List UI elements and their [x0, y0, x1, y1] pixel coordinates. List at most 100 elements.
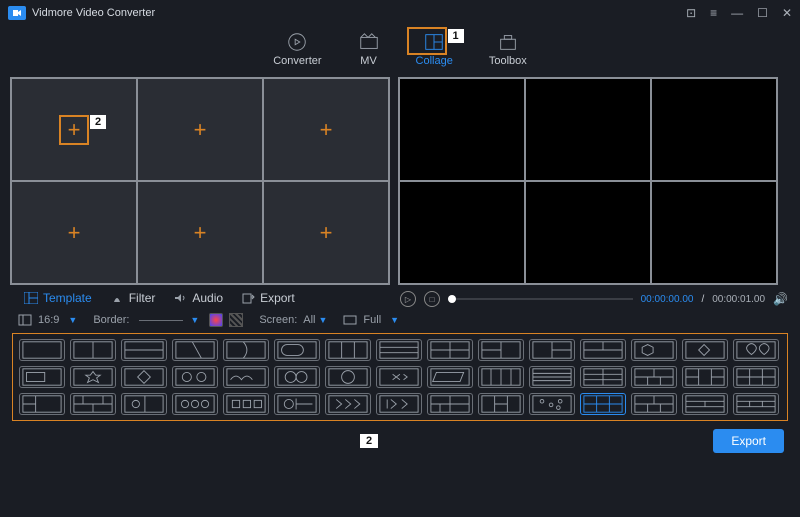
template-thumb[interactable] [274, 393, 320, 415]
collage-cell[interactable]: + [11, 181, 137, 284]
nav-converter[interactable]: Converter [273, 32, 321, 67]
border-label: Border: [93, 314, 129, 326]
export-icon [241, 292, 255, 304]
seek-bar[interactable] [448, 298, 633, 300]
time-duration: 00:00:01.00 [712, 294, 765, 305]
template-thumb[interactable] [325, 339, 371, 361]
audio-icon [173, 292, 187, 304]
border-color-picker[interactable] [209, 313, 223, 327]
template-thumb[interactable] [325, 393, 371, 415]
nav-toolbox[interactable]: Toolbox [489, 32, 527, 67]
border-style-select[interactable]: ▼ [135, 313, 203, 327]
volume-icon[interactable]: 🔊 [773, 292, 788, 306]
collage-cell[interactable]: + [263, 78, 389, 181]
collage-cell[interactable]: + 2 [11, 78, 137, 181]
view-mode-select[interactable]: Full▼ [343, 314, 399, 326]
template-thumb[interactable] [223, 393, 269, 415]
template-thumb[interactable] [478, 339, 524, 361]
time-current: 00:00:00.00 [641, 294, 694, 305]
template-thumb[interactable] [682, 366, 728, 388]
collage-cell[interactable]: + [137, 78, 263, 181]
template-thumb[interactable] [376, 339, 422, 361]
plus-icon: + [194, 117, 207, 143]
template-thumb[interactable] [325, 366, 371, 388]
template-thumb[interactable] [733, 366, 779, 388]
template-thumb[interactable] [274, 339, 320, 361]
template-thumb[interactable] [580, 339, 626, 361]
tab-filter[interactable]: Filter [110, 291, 156, 305]
collage-cell[interactable]: + [263, 181, 389, 284]
template-gallery [12, 333, 788, 421]
template-thumb[interactable] [172, 393, 218, 415]
template-icon [24, 292, 38, 304]
template-thumb[interactable] [376, 366, 422, 388]
play-button[interactable]: ▷ [400, 291, 416, 307]
callout-1: 1 [448, 29, 464, 43]
collage-grid: + 2 + + + + + [10, 77, 390, 285]
minimize-icon[interactable]: — [731, 6, 743, 20]
template-thumb[interactable] [427, 339, 473, 361]
plus-icon: + [320, 220, 333, 246]
app-title: Vidmore Video Converter [32, 7, 155, 19]
template-thumb[interactable] [19, 366, 65, 388]
template-thumb[interactable] [427, 393, 473, 415]
plus-icon: + [194, 220, 207, 246]
template-thumb[interactable] [223, 339, 269, 361]
feedback-icon[interactable]: ⊡ [686, 6, 696, 20]
tab-template[interactable]: Template [24, 291, 92, 305]
template-thumb[interactable] [70, 339, 116, 361]
template-thumb[interactable] [529, 339, 575, 361]
maximize-icon[interactable]: ☐ [757, 6, 768, 20]
template-thumb[interactable] [121, 393, 167, 415]
template-thumb[interactable] [682, 393, 728, 415]
nav-collage[interactable]: Collage 1 [416, 32, 453, 67]
template-thumb[interactable] [631, 366, 677, 388]
template-thumb[interactable] [631, 339, 677, 361]
template-thumb[interactable] [70, 366, 116, 388]
template-thumb[interactable] [376, 393, 422, 415]
preview-panel [398, 77, 778, 285]
mv-icon [358, 32, 380, 52]
callout-2: 2 [90, 115, 106, 129]
template-thumb[interactable] [121, 366, 167, 388]
toolbox-icon [497, 32, 519, 52]
plus-icon: + [68, 220, 81, 246]
export-button[interactable]: Export [713, 429, 784, 453]
converter-icon [286, 32, 308, 52]
tab-audio[interactable]: Audio [173, 291, 223, 305]
template-thumb[interactable] [172, 366, 218, 388]
template-thumb[interactable] [274, 366, 320, 388]
template-thumb[interactable] [529, 366, 575, 388]
template-thumb[interactable] [529, 393, 575, 415]
template-thumb[interactable] [580, 366, 626, 388]
screen-select[interactable]: All▼ [303, 314, 327, 326]
template-thumb[interactable] [631, 393, 677, 415]
template-thumb[interactable] [682, 339, 728, 361]
callout-footer: 2 [360, 434, 378, 448]
plus-icon: + [68, 117, 81, 143]
app-logo [8, 6, 26, 20]
tab-export[interactable]: Export [241, 291, 295, 305]
menu-icon[interactable]: ≡ [710, 6, 717, 20]
template-thumb[interactable] [478, 366, 524, 388]
template-thumb[interactable] [580, 393, 626, 415]
template-thumb[interactable] [19, 339, 65, 361]
template-thumb[interactable] [172, 339, 218, 361]
template-thumb[interactable] [70, 393, 116, 415]
plus-icon: + [320, 117, 333, 143]
border-pattern-picker[interactable] [229, 313, 243, 327]
template-thumb[interactable] [223, 366, 269, 388]
stop-button[interactable]: □ [424, 291, 440, 307]
template-thumb[interactable] [733, 393, 779, 415]
template-thumb[interactable] [121, 339, 167, 361]
collage-cell[interactable]: + [137, 181, 263, 284]
aspect-ratio-select[interactable]: 16:9▼ [18, 314, 77, 326]
template-thumb[interactable] [478, 393, 524, 415]
close-icon[interactable]: ✕ [782, 6, 792, 20]
template-thumb[interactable] [427, 366, 473, 388]
template-thumb[interactable] [733, 339, 779, 361]
nav-mv[interactable]: MV [358, 32, 380, 67]
filter-icon [110, 292, 124, 304]
template-thumb[interactable] [19, 393, 65, 415]
screen-label: Screen: [259, 314, 297, 326]
